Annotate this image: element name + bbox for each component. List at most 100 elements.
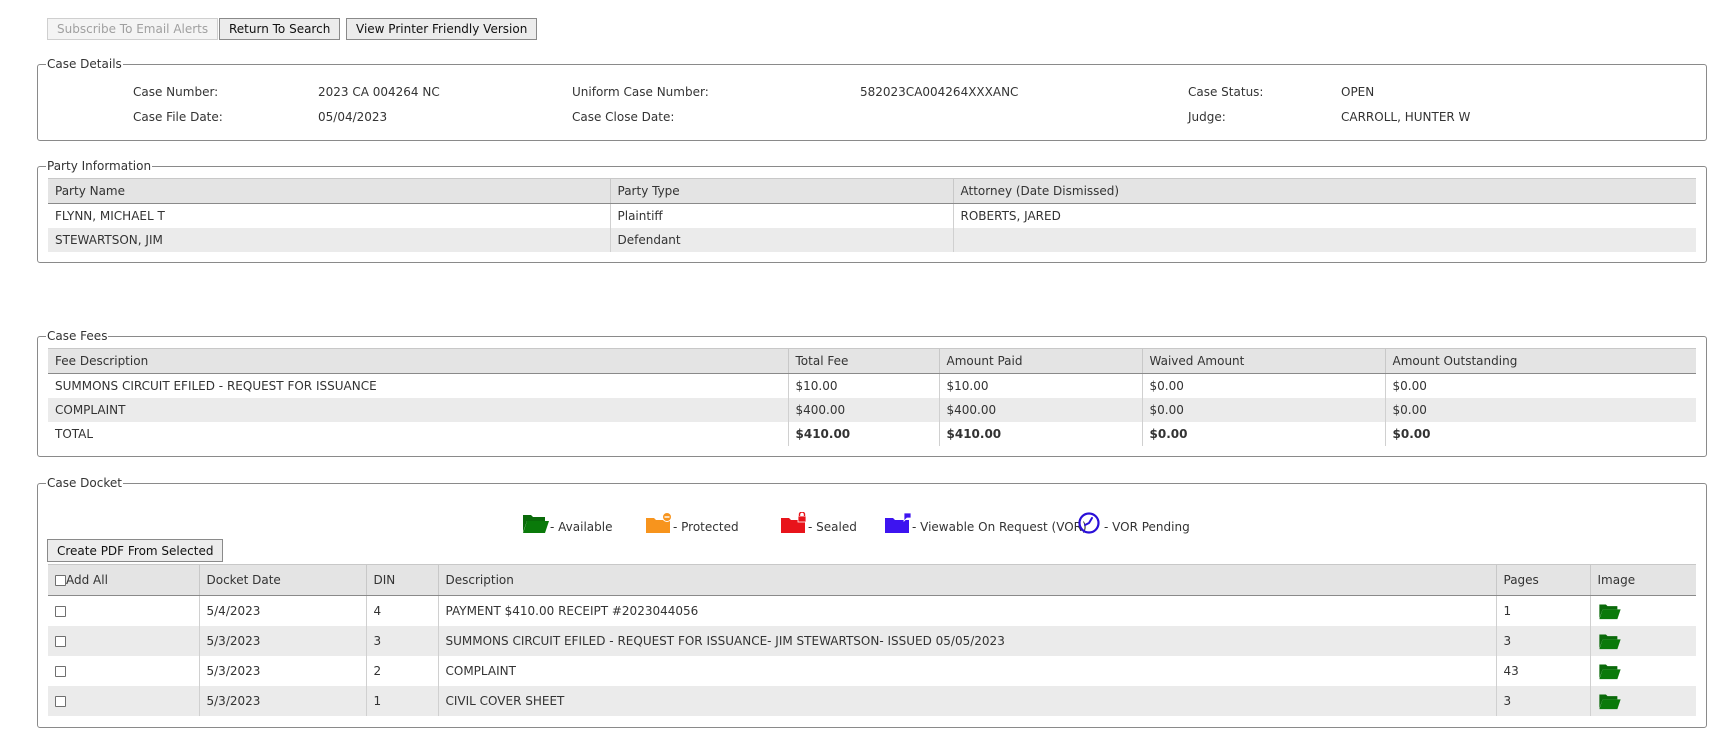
amount-outstanding-cell: $0.00 [1385,397,1696,422]
legend-available: - Available [522,512,612,534]
row-checkbox[interactable] [55,695,66,707]
create-pdf-button[interactable]: Create PDF From Selected [47,539,224,562]
fees-header-row: Fee Description Total Fee Amount Paid Wa… [48,348,1696,374]
party-name-cell: STEWARTSON, JIM [48,227,611,252]
description-header[interactable]: Description [438,564,1497,596]
select-cell [48,595,200,626]
amount-paid-header[interactable]: Amount Paid [939,348,1143,374]
attorney-header[interactable]: Attorney (Date Dismissed) [953,178,1696,204]
waived-amount-cell: $0.00 [1142,397,1386,422]
party-name-cell: FLYNN, MICHAEL T [48,203,611,228]
waived-amount-cell: $0.00 [1142,421,1386,446]
amount-outstanding-header[interactable]: Amount Outstanding [1385,348,1696,374]
table-row: 5/3/2023 1 CIVIL COVER SHEET 3 [48,685,1696,716]
image-cell [1590,685,1696,716]
legend-available-label: - Available [550,520,613,534]
amount-outstanding-cell: $0.00 [1392,426,1431,441]
legend-vor-label: - Viewable On Request (VOR) [912,520,1087,534]
party-type-cell: Defendant [610,227,954,252]
judge-label: Judge: [1188,110,1226,124]
docket-date-header[interactable]: Docket Date [199,564,367,596]
clock-icon [1078,512,1104,534]
party-header-row: Party Name Party Type Attorney (Date Dis… [48,178,1696,204]
row-checkbox[interactable] [55,635,66,647]
party-information-legend: Party Information [47,159,152,173]
party-type-header[interactable]: Party Type [610,178,954,204]
din-cell: 4 [366,595,439,626]
table-row: 5/3/2023 3 SUMMONS CIRCUIT EFILED - REQU… [48,625,1696,656]
folder-open-icon[interactable] [1598,603,1622,619]
image-cell [1590,596,1696,626]
din-header[interactable]: DIN [366,564,439,596]
fee-description-header[interactable]: Fee Description [48,348,789,374]
folder-sealed-icon [780,511,808,534]
subscribe-email-alerts-button[interactable]: Subscribe To Email Alerts [47,18,219,40]
case-number-value: 2023 CA 004264 NC [318,85,440,99]
attorney-cell: ROBERTS, JARED [960,208,1061,223]
table-row: SUMMONS CIRCUIT EFILED - REQUEST FOR ISS… [48,373,1696,398]
pages-header[interactable]: Pages [1496,564,1591,596]
case-fees-legend: Case Fees [47,329,108,343]
fee-description-cell: SUMMONS CIRCUIT EFILED - REQUEST FOR ISS… [48,373,789,398]
amount-paid-cell: $410.00 [939,421,1143,446]
table-row: STEWARTSON, JIM Defendant [48,227,1696,252]
case-details-section: Case Details [37,57,1707,141]
party-table: Party Name Party Type Attorney (Date Dis… [48,178,1696,252]
table-row: COMPLAINT $400.00 $400.00 $0.00 $0.00 [48,397,1696,422]
docket-date-cell: 5/3/2023 [199,685,367,716]
total-fee-cell: $410.00 [788,421,940,446]
case-file-date-label: Case File Date: [133,110,223,124]
total-fee-header[interactable]: Total Fee [788,348,940,374]
legend-sealed-label: - Sealed [808,520,857,534]
row-checkbox[interactable] [55,665,66,677]
uniform-case-number-value: 582023CA004264XXXANC [860,85,1019,99]
din-cell: 2 [366,655,439,686]
image-header[interactable]: Image [1590,564,1696,596]
case-number-label: Case Number: [133,85,219,99]
waived-amount-cell: $0.00 [1142,373,1386,398]
amount-outstanding-cell: $0.00 [1392,378,1427,393]
fee-description-cell: TOTAL [48,421,789,446]
add-all-header[interactable]: Add All [48,564,200,596]
docket-date-cell: 5/3/2023 [199,625,367,656]
row-checkbox[interactable] [55,605,66,617]
judge-value: CARROLL, HUNTER W [1341,110,1471,124]
case-close-date-label: Case Close Date: [572,110,675,124]
party-name-header[interactable]: Party Name [48,178,611,204]
case-status-value: OPEN [1341,85,1375,99]
fees-total-row: TOTAL $410.00 $410.00 $0.00 $0.00 [48,421,1696,446]
table-row: FLYNN, MICHAEL T Plaintiff ROBERTS, JARE… [48,203,1696,228]
folder-open-icon[interactable] [1598,663,1622,679]
case-file-date-value: 05/04/2023 [318,110,388,124]
case-status-label: Case Status: [1188,85,1264,99]
folder-open-icon [522,515,550,534]
folder-open-icon[interactable] [1598,633,1622,649]
attorney-cell [953,227,1696,252]
table-row: 5/3/2023 2 COMPLAINT 43 [48,655,1696,686]
docket-date-cell: 5/3/2023 [199,655,367,686]
uniform-case-number-label: Uniform Case Number: [572,85,709,99]
return-to-search-button[interactable]: Return To Search [219,18,341,40]
select-cell [48,655,200,686]
description-cell: COMPLAINT [438,655,1497,686]
folder-open-icon[interactable] [1598,693,1622,709]
total-fee-cell: $400.00 [788,397,940,422]
party-type-cell: Plaintiff [610,203,954,228]
folder-vor-icon [884,512,912,534]
select-cell [48,685,200,716]
pages-cell: 43 [1496,655,1591,686]
legend-sealed: - Sealed [780,511,857,534]
total-fee-cell: $10.00 [788,373,940,398]
add-all-label: Add All [66,573,108,587]
case-docket-legend: Case Docket [47,476,122,490]
description-cell: PAYMENT $410.00 RECEIPT #2023044056 [438,595,1497,626]
pages-cell: 1 [1496,595,1591,626]
select-cell [48,625,200,656]
folder-protected-icon [645,512,673,534]
table-row: 5/4/2023 4 PAYMENT $410.00 RECEIPT #2023… [48,595,1696,626]
docket-header-row: Add All Docket Date DIN Description Page… [48,564,1696,596]
add-all-checkbox[interactable] [55,575,66,586]
printer-friendly-button[interactable]: View Printer Friendly Version [346,18,538,40]
case-details-legend: Case Details [47,57,122,71]
waived-amount-header[interactable]: Waived Amount [1142,348,1386,374]
